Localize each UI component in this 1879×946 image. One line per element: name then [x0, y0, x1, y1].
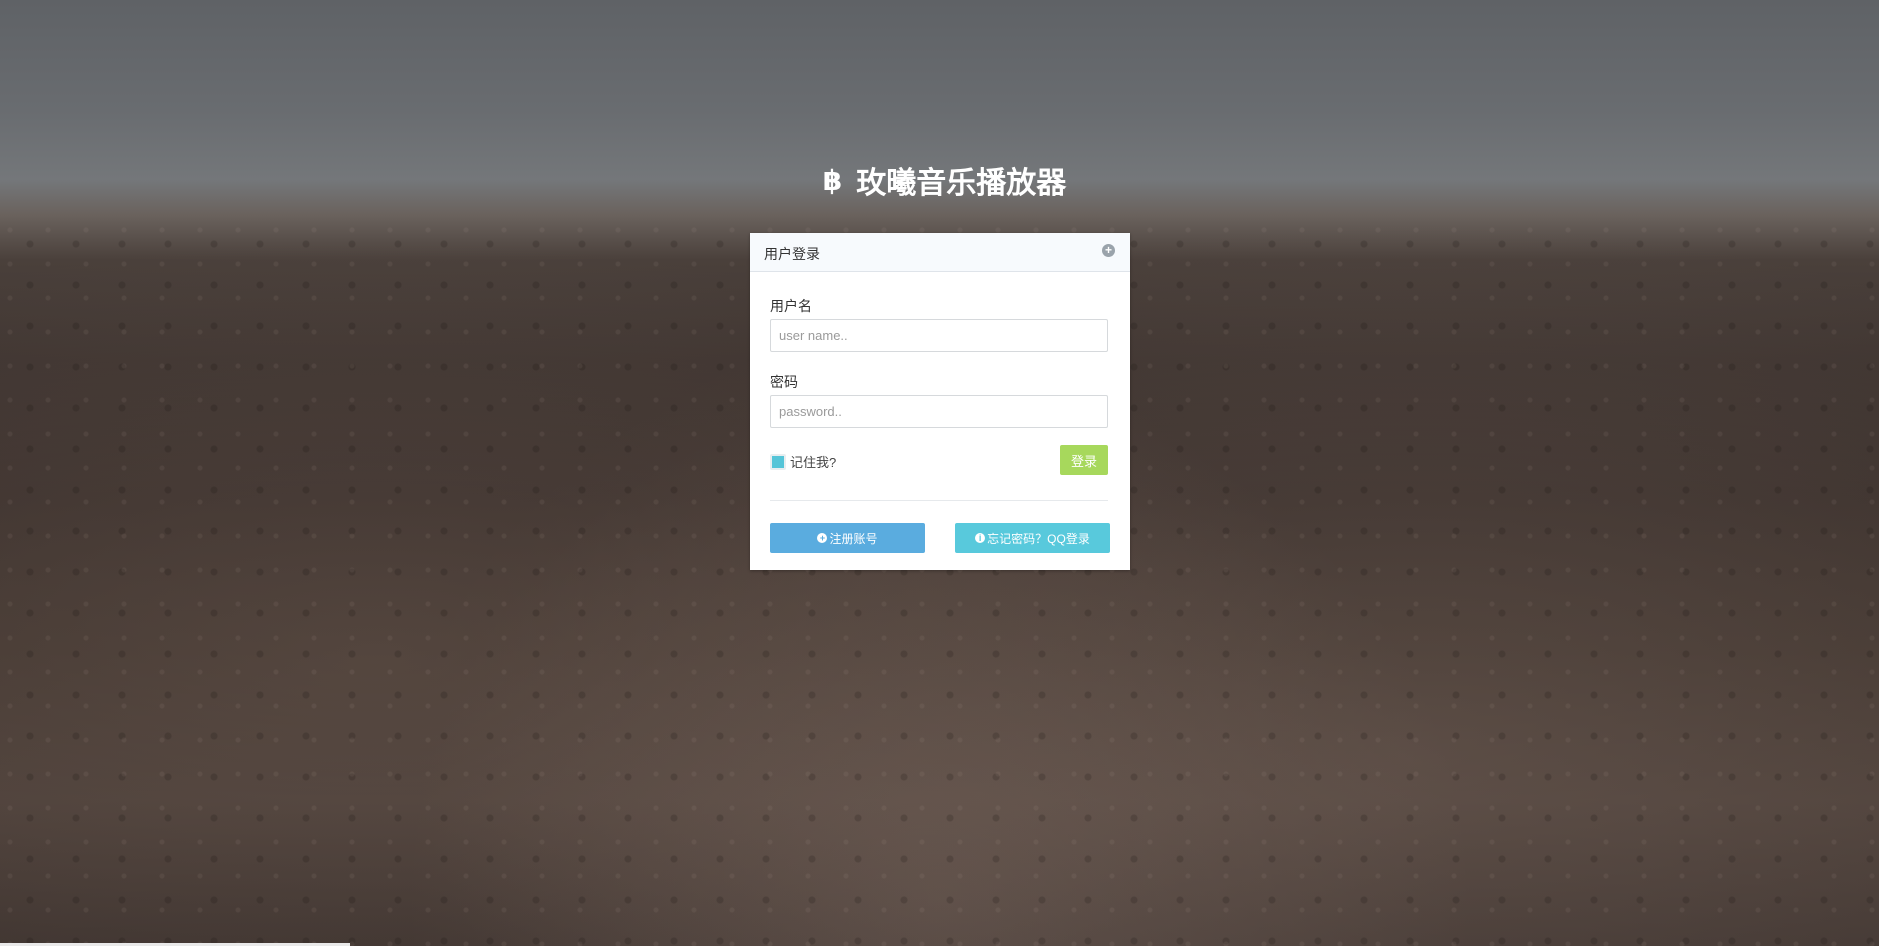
info-circle-icon: i	[975, 533, 986, 543]
bitcoin-icon: ฿	[822, 164, 843, 196]
register-label: 注册账号	[829, 531, 878, 546]
remember-label: 记住我?	[790, 455, 837, 470]
login-panel: 用户登录 + 用户名 密码 记住我? 登录 + 注册账号 i 忘记密码？QQ登录	[750, 233, 1130, 570]
panel-title: 用户登录	[764, 246, 820, 262]
app-title: 玫曦音乐播放器	[856, 167, 1067, 200]
brand-header: ฿ 玫曦音乐播放器	[0, 158, 1879, 201]
password-input[interactable]	[770, 395, 1108, 428]
remember-me[interactable]: 记住我?	[770, 452, 836, 471]
panel-header: 用户登录 +	[750, 233, 1130, 272]
plus-circle-icon[interactable]: +	[1102, 244, 1115, 257]
plus-circle-icon: +	[817, 533, 828, 543]
forgot-password-qq-button[interactable]: i 忘记密码？QQ登录	[955, 523, 1110, 553]
password-label: 密码	[770, 374, 798, 390]
login-button[interactable]: 登录	[1060, 445, 1108, 475]
forgot-label: 忘记密码？QQ登录	[987, 531, 1090, 546]
register-button[interactable]: + 注册账号	[770, 523, 925, 553]
username-label: 用户名	[770, 298, 812, 314]
remember-checkbox[interactable]	[770, 453, 786, 470]
divider	[770, 500, 1108, 501]
username-input[interactable]	[770, 319, 1108, 352]
